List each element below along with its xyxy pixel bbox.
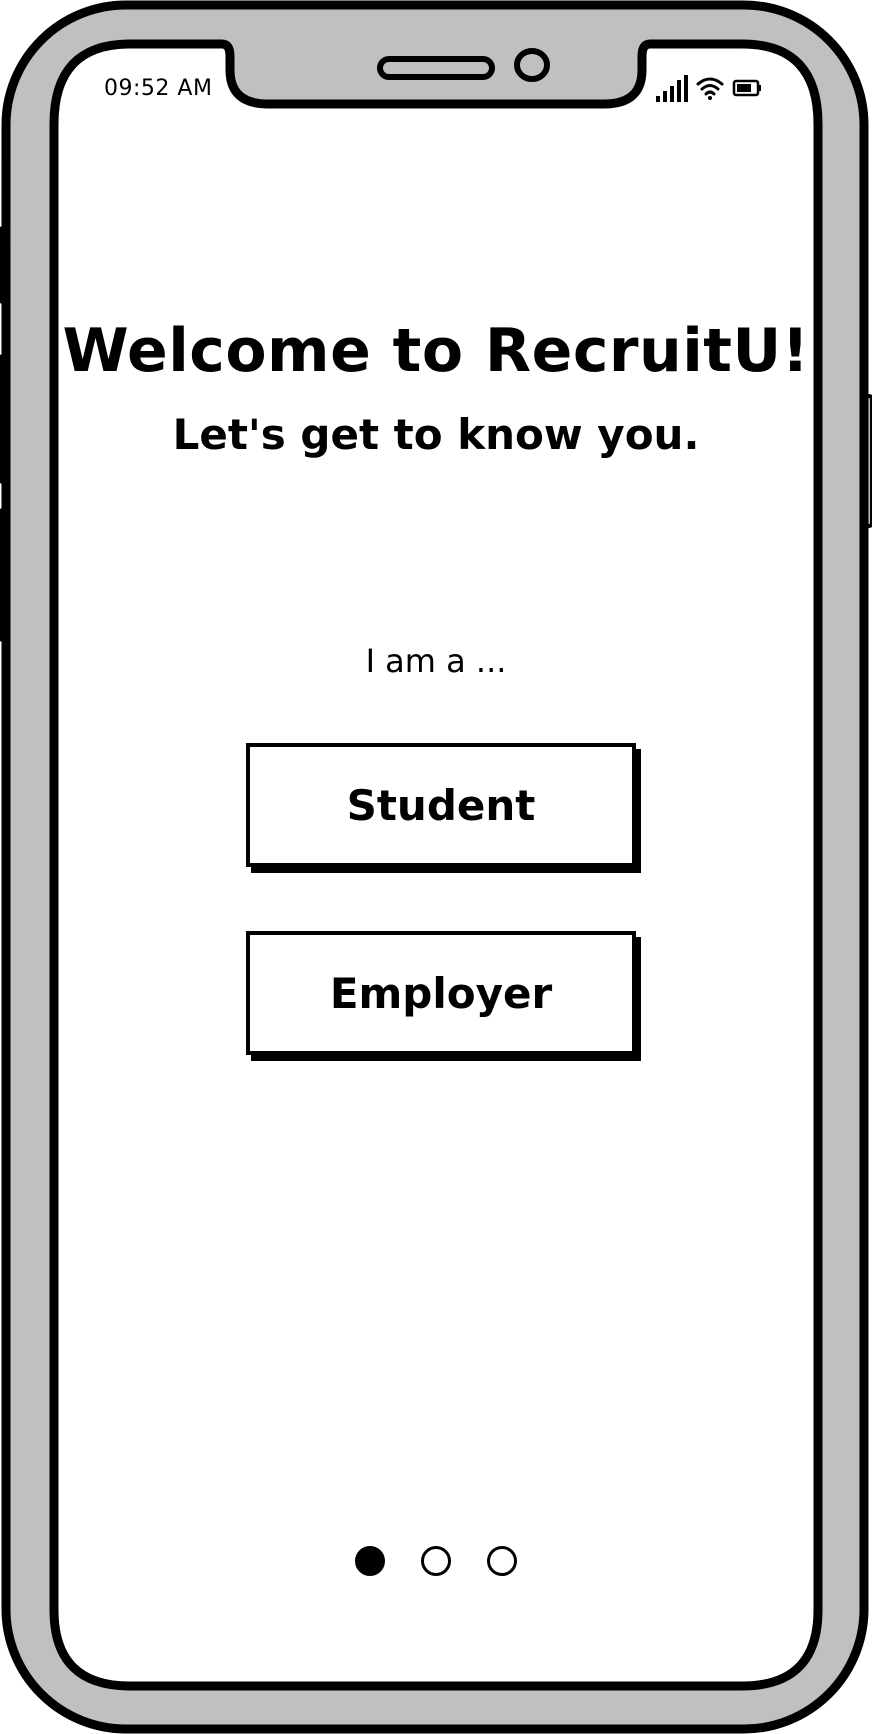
- role-prompt: I am a ...: [365, 642, 507, 680]
- page-dot-1[interactable]: [355, 1546, 385, 1576]
- status-time: 09:52 AM: [104, 76, 213, 101]
- wifi-icon: [696, 77, 724, 100]
- page-dot-3[interactable]: [487, 1546, 517, 1576]
- page-dot-2[interactable]: [421, 1546, 451, 1576]
- welcome-title: Welcome to RecruitU!: [62, 316, 810, 386]
- employer-button[interactable]: Employer: [246, 931, 636, 1055]
- student-button-label: Student: [346, 780, 536, 830]
- employer-button-label: Employer: [329, 968, 553, 1018]
- status-icons: [652, 72, 762, 104]
- battery-icon: [732, 79, 761, 97]
- phone-frame: [0, 0, 872, 1734]
- student-button[interactable]: Student: [246, 743, 636, 867]
- welcome-subtitle: Let's get to know you.: [172, 410, 700, 459]
- page-indicator: [355, 1546, 517, 1576]
- phone-mockup: 09:52 AM Welcome to RecruitU! Let's get …: [0, 0, 872, 1734]
- cellular-signal-icon: [656, 75, 688, 102]
